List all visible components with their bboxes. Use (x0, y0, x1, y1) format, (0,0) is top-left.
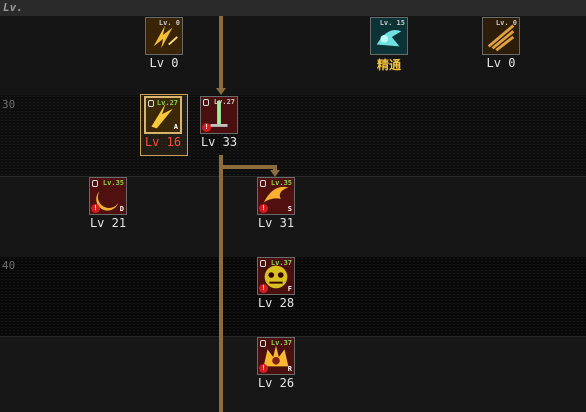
level-marker-40: 40 (2, 259, 16, 272)
lock-icon (148, 100, 154, 107)
lock-icon (203, 99, 209, 106)
level-marker-30: 30 (2, 98, 16, 111)
prerequisite-line-branch (219, 165, 277, 169)
skill-level-label: Lv 21 (89, 216, 127, 230)
fire-beast-icon[interactable]: Lv.37 ! R (257, 337, 295, 375)
skill-level-label: Lv 0 (486, 56, 516, 70)
skill-level-label: Lv 31 (257, 216, 295, 230)
skill-slot[interactable]: Lv. 0 Lv 0 (479, 17, 523, 81)
level-band-row-30 (0, 95, 586, 176)
skill-slot[interactable]: Lv.37 ! F Lv 28 (254, 257, 298, 321)
warning-icon: ! (202, 123, 211, 132)
lightning-strike-icon[interactable]: Lv. 0 (145, 17, 183, 55)
skill-slot-selected[interactable]: Lv.27 A Lv 16 (141, 96, 185, 160)
skill-level-label: Lv 16 (144, 135, 182, 149)
skill-slot[interactable]: Lv.35 ! D Lv 21 (86, 177, 130, 241)
claw-slash-icon[interactable]: Lv. 0 (482, 17, 520, 55)
lock-icon (260, 340, 266, 347)
skill-tree-panel: Lv. 30 40 Lv. 0 Lv 0 Lv. 15 精通 Lv. 0 Lv … (0, 0, 586, 412)
warning-icon: ! (259, 364, 268, 373)
skill-slot[interactable]: Lv. 15 精通 (367, 17, 411, 81)
sword-thrust-icon[interactable]: Lv.27 ! (200, 96, 238, 134)
skill-slot[interactable]: Lv.27 ! Lv 33 (197, 96, 241, 160)
skill-level-label: Lv 33 (200, 135, 238, 149)
skill-slot[interactable]: Lv.35 ! S Lv 31 (254, 177, 298, 241)
lightning-slash-icon[interactable]: Lv.27 A (144, 96, 182, 134)
level-column-header: Lv. (3, 1, 23, 14)
prerequisite-line-vertical-main (219, 155, 223, 412)
warning-icon: ! (91, 204, 100, 213)
warning-icon: ! (259, 284, 268, 293)
ice-burst-icon[interactable]: Lv. 15 (370, 17, 408, 55)
prerequisite-arrow-right-down-icon (270, 170, 280, 177)
header-row (0, 0, 586, 17)
skill-slot[interactable]: Lv.37 ! R Lv 26 (254, 337, 298, 401)
prerequisite-arrow-down-icon (216, 88, 226, 95)
skill-level-label: Lv 26 (257, 376, 295, 390)
flame-swipe-icon[interactable]: Lv.35 ! S (257, 177, 295, 215)
skill-level-label: Lv 0 (149, 56, 179, 70)
skill-mastery-label: 精通 (376, 58, 401, 72)
warning-icon: ! (259, 204, 268, 213)
lock-icon (260, 180, 266, 187)
prerequisite-line-vertical-top (219, 16, 223, 92)
skill-slot[interactable]: Lv. 0 Lv 0 (142, 17, 186, 81)
skill-level-label: Lv 28 (257, 296, 295, 310)
lock-icon (260, 260, 266, 267)
lock-icon (92, 180, 98, 187)
crescent-moon-icon[interactable]: Lv.35 ! D (89, 177, 127, 215)
demon-face-icon[interactable]: Lv.37 ! F (257, 257, 295, 295)
